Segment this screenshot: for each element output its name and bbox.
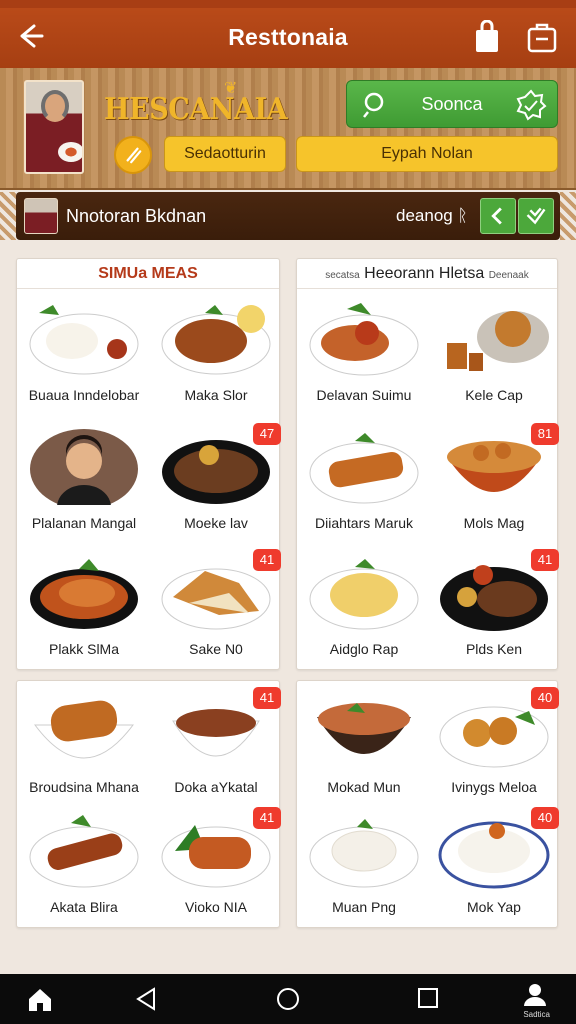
menu-item-label: Moeke lav	[184, 515, 248, 531]
rating-badge: 47	[253, 423, 281, 445]
dish-fried-icon	[447, 311, 549, 371]
menu-item-label: Sake N0	[189, 641, 243, 657]
settings-badge-icon	[516, 89, 547, 121]
menu-card-left: SIMUa MEAS Buaua Inndelobar Maka Slor Pl…	[16, 258, 281, 670]
rating-badge: 41	[531, 549, 559, 571]
menu-item[interactable]: 41 Vioko NIA	[151, 807, 281, 925]
decor-pattern	[0, 192, 16, 240]
menu-item[interactable]: 40 Mok Yap	[429, 807, 559, 925]
menu-item-label: Doka aYkatal	[174, 779, 258, 795]
bottom-navigation: Sadtica	[0, 974, 576, 1024]
menu-card-bottom-right: Mokad Mun 40 Ivinygs Meloa Muan Png 40 M…	[296, 680, 559, 928]
menu-item-label: Mols Mag	[463, 515, 525, 531]
order-box-icon[interactable]	[526, 22, 558, 54]
dish-noodle-bowl-icon	[317, 703, 411, 754]
person-photo-icon	[30, 429, 138, 505]
menu-item-label: Aidglo Rap	[329, 641, 399, 657]
menu-item-label: Ivinygs Meloa	[451, 779, 537, 795]
menu-item[interactable]: 81 Mols Mag	[429, 423, 559, 541]
menu-item-label: Vioko NIA	[185, 899, 247, 915]
dish-curry-icon	[30, 559, 138, 629]
card-subtitle-left: secatsa	[325, 270, 360, 281]
shopping-bag-icon[interactable]	[472, 20, 502, 54]
user-info-bar: Nnotoran Bkdnan deanog ᚱ	[16, 192, 560, 240]
back-triangle-icon[interactable]	[134, 986, 158, 1012]
hero-banner: HESCANAIA ❦ Soonca Sedaotturin Eypah Nol…	[0, 68, 576, 190]
search-button[interactable]: Soonca	[346, 80, 558, 128]
dish-platter-icon	[309, 303, 419, 376]
menu-item-label: Diiahtars Maruk	[314, 515, 414, 531]
dish-roast-icon	[34, 700, 134, 759]
menu-item-label: Broudsina Mhana	[29, 779, 139, 795]
menu-item[interactable]: 40 Ivinygs Meloa	[429, 687, 559, 805]
menu-item-label: Maka Slor	[184, 387, 248, 403]
menu-item-label: Plds Ken	[465, 641, 523, 657]
menu-item[interactable]: 47 Moeke lav	[151, 423, 281, 541]
menu-item[interactable]: Buaua Inndelobar	[19, 295, 149, 413]
user-avatar[interactable]	[24, 198, 58, 234]
menu-item[interactable]: Broudsina Mhana	[19, 687, 149, 805]
menu-item-label: Mok Yap	[467, 899, 521, 915]
rating-badge: 41	[253, 549, 281, 571]
menu-item-label: Kele Cap	[465, 387, 523, 403]
dish-noodle-icon	[309, 559, 419, 630]
menu-item[interactable]: Delavan Suimu	[299, 295, 429, 413]
menu-item[interactable]: 41 Doka aYkatal	[151, 687, 281, 805]
menu-item[interactable]: 41 Plds Ken	[429, 549, 559, 667]
card-subtitle-right: Deenaak	[488, 270, 529, 281]
rating-badge: 40	[531, 687, 559, 709]
card-title: Heeorann Hletsa	[364, 265, 485, 282]
leaf-icon: ❦	[224, 80, 238, 97]
dish-satay-icon	[309, 433, 419, 504]
menu-item[interactable]: Diiahtars Maruk	[299, 423, 429, 541]
brand-name: HESCANAIA	[104, 92, 288, 127]
coin-icon[interactable]	[114, 136, 152, 174]
menu-item-label: Plalanan Mangal	[31, 515, 137, 531]
menu-card-right: secatsa Heeorann Hletsa Deenaak Delavan …	[296, 258, 559, 670]
dish-chicken-icon	[161, 305, 271, 375]
user-name: Nnotoran Bkdnan	[66, 206, 207, 226]
card-title-bar: secatsa Heeorann Hletsa Deenaak	[297, 259, 557, 289]
menu-item-label: Delavan Suimu	[316, 387, 412, 403]
menu-item[interactable]: Akata Blira	[19, 807, 149, 925]
rating-badge: 81	[531, 423, 559, 445]
app-bar: Resttonaia	[0, 8, 576, 68]
explore-button[interactable]: Eypah Nolan	[296, 136, 558, 172]
card-title: SIMUa MEAS	[17, 259, 279, 289]
rating-badge: 40	[531, 807, 559, 829]
status-bar	[0, 0, 576, 8]
menu-item[interactable]: Aidglo Rap	[299, 549, 429, 667]
menu-item[interactable]: Kele Cap	[429, 295, 559, 413]
chef-avatar	[24, 80, 84, 174]
menu-item[interactable]: Mokad Mun	[299, 687, 429, 805]
home-icon[interactable]	[26, 986, 54, 1014]
menu-item[interactable]: Muan Png	[299, 807, 429, 925]
profile-icon[interactable]	[522, 982, 548, 1008]
prev-button[interactable]	[480, 198, 516, 234]
menu-item[interactable]: 41 Sake N0	[151, 549, 281, 667]
home-circle-icon[interactable]	[275, 986, 301, 1012]
menu-item-label: Plakk SlMa	[48, 641, 120, 657]
menu-item[interactable]: Maka Slor	[151, 295, 281, 413]
profile-label: Sadtica	[523, 1010, 550, 1019]
dish-white-rice-icon	[309, 819, 419, 888]
decor-pattern	[560, 192, 576, 240]
rating-badge: 41	[253, 807, 281, 829]
menu-item-label: Muan Png	[332, 899, 396, 915]
dish-drumstick-icon	[29, 815, 139, 888]
user-count: deanog ᚱ	[396, 206, 468, 225]
menu-item[interactable]: Plakk SlMa	[19, 549, 149, 667]
category-button[interactable]: Sedaotturin	[164, 136, 286, 172]
dish-rice-icon	[29, 305, 139, 375]
menu-item-label: Buaua Inndelobar	[28, 387, 140, 403]
menu-item-label: Akata Blira	[50, 899, 118, 915]
rating-badge: 41	[253, 687, 281, 709]
menu-item[interactable]: Plalanan Mangal	[19, 423, 149, 541]
next-button[interactable]	[518, 198, 554, 234]
menu-item-label: Mokad Mun	[327, 779, 401, 795]
recents-square-icon[interactable]	[416, 986, 440, 1010]
menu-card-bottom-left: Broudsina Mhana 41 Doka aYkatal Akata Bl…	[16, 680, 281, 928]
